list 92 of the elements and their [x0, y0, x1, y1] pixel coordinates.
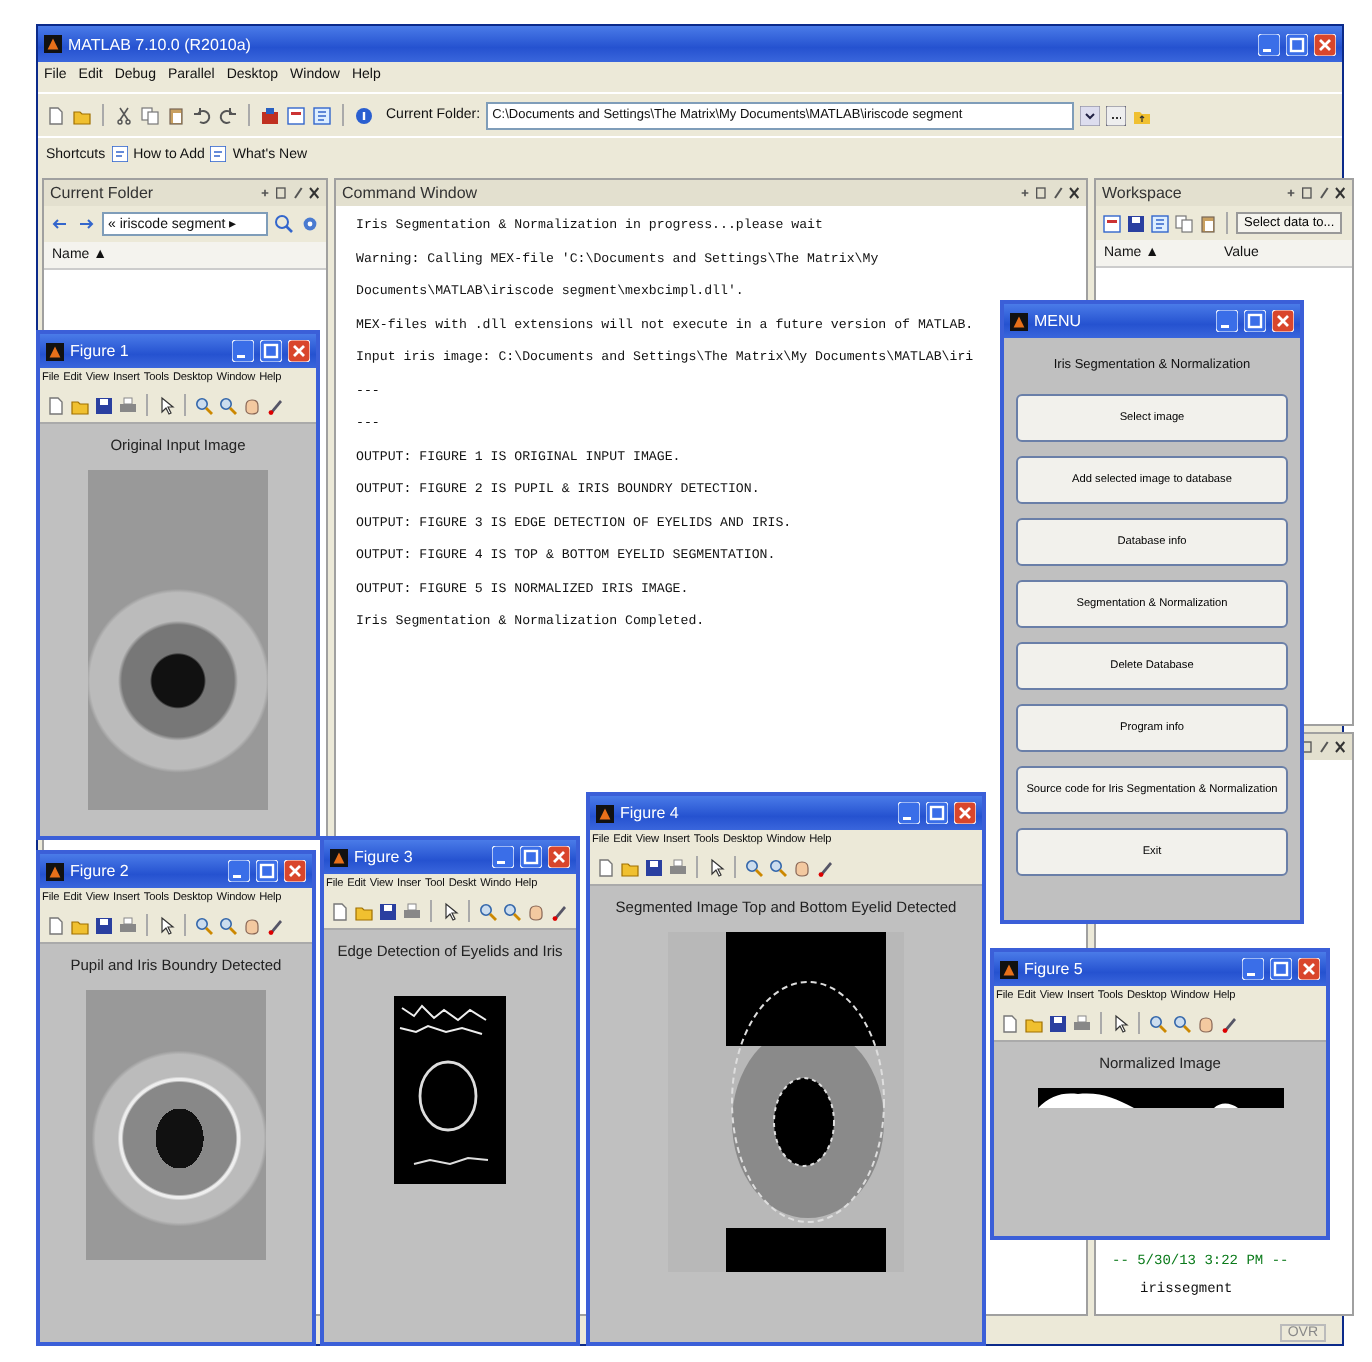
zoom-out-icon[interactable]: [218, 915, 238, 935]
zoom-in-icon[interactable]: [194, 395, 214, 415]
back-arrow-icon[interactable]: [50, 214, 70, 234]
redo-icon[interactable]: [218, 105, 238, 125]
minimize-button[interactable]: [1258, 33, 1280, 55]
save-icon[interactable]: [644, 857, 664, 877]
close-button[interactable]: [1298, 958, 1320, 980]
close-button[interactable]: [288, 340, 310, 362]
panel-controls-icon[interactable]: [1020, 186, 1080, 200]
pointer-icon[interactable]: [156, 915, 176, 935]
zoom-out-icon[interactable]: [768, 857, 788, 877]
app-logo-icon: [46, 861, 64, 881]
zoom-in-icon[interactable]: [1148, 1013, 1168, 1033]
profiler-icon[interactable]: [312, 105, 332, 125]
zoom-in-icon[interactable]: [194, 915, 214, 935]
guide-icon[interactable]: [286, 105, 306, 125]
zoom-out-icon[interactable]: [1172, 1013, 1192, 1033]
minimize-button[interactable]: [1242, 958, 1264, 980]
paste-icon[interactable]: [166, 105, 186, 125]
maximize-button[interactable]: [1270, 958, 1292, 980]
maximize-button[interactable]: [1286, 33, 1308, 55]
maximize-button[interactable]: [520, 846, 542, 868]
minimize-button[interactable]: [492, 846, 514, 868]
dropdown-arrow-icon[interactable]: [1080, 105, 1101, 125]
save-icon[interactable]: [94, 915, 114, 935]
new-file-icon[interactable]: [1000, 1013, 1020, 1033]
brush-icon[interactable]: [266, 915, 286, 935]
help-page-icon: [111, 146, 128, 162]
save-icon[interactable]: [1048, 1013, 1068, 1033]
save-icon[interactable]: [378, 901, 398, 921]
maximize-button[interactable]: [1244, 310, 1266, 332]
panel-title: Command Window: [342, 184, 478, 202]
close-button[interactable]: [1314, 33, 1336, 55]
close-button[interactable]: [284, 860, 306, 882]
maximize-button[interactable]: [926, 802, 948, 824]
browse-folder-icon[interactable]: [1106, 105, 1127, 125]
zoom-in-icon[interactable]: [744, 857, 764, 877]
guide-icon[interactable]: [1102, 213, 1122, 233]
forward-arrow-icon[interactable]: [76, 214, 96, 234]
paste-icon[interactable]: [1198, 213, 1218, 233]
panel-title: Current Folder: [50, 184, 154, 202]
app-logo-icon: [1010, 311, 1028, 331]
maximize-button[interactable]: [260, 340, 282, 362]
app-logo-icon: [596, 803, 614, 823]
save-icon[interactable]: [1126, 213, 1146, 233]
zoom-in-icon[interactable]: [478, 901, 498, 921]
new-file-icon[interactable]: [46, 915, 66, 935]
new-file-icon[interactable]: [46, 105, 66, 125]
window-title: Figure 5: [1024, 960, 1083, 978]
pointer-icon[interactable]: [156, 395, 176, 415]
brush-icon[interactable]: [550, 901, 570, 921]
new-file-icon[interactable]: [330, 901, 350, 921]
maximize-button[interactable]: [256, 860, 278, 882]
minimize-button[interactable]: [898, 802, 920, 824]
window-title: MATLAB 7.10.0 (R2010a): [68, 35, 251, 53]
window-title: Figure 3: [354, 848, 413, 866]
minimize-button[interactable]: [1216, 310, 1238, 332]
brush-icon[interactable]: [1220, 1013, 1240, 1033]
pointer-icon[interactable]: [1110, 1013, 1130, 1033]
brush-icon[interactable]: [816, 857, 836, 877]
help-icon[interactable]: [354, 105, 374, 125]
undo-icon[interactable]: [192, 105, 212, 125]
minimize-button[interactable]: [232, 340, 254, 362]
copy-icon[interactable]: [140, 105, 160, 125]
zoom-out-icon[interactable]: [502, 901, 522, 921]
pointer-icon[interactable]: [440, 901, 460, 921]
cut-icon[interactable]: [114, 105, 134, 125]
window-title: Figure 1: [70, 342, 129, 360]
open-folder-icon[interactable]: [72, 105, 92, 125]
minimize-button[interactable]: [228, 860, 250, 882]
app-logo-icon: [1000, 959, 1018, 979]
app-logo-icon: [44, 34, 62, 54]
window-title: MENU: [1034, 312, 1082, 330]
app-logo-icon: [330, 847, 348, 867]
help-page-icon: [210, 146, 227, 162]
new-file-icon[interactable]: [596, 857, 616, 877]
search-icon[interactable]: [274, 214, 294, 234]
close-button[interactable]: [954, 802, 976, 824]
brush-icon[interactable]: [266, 395, 286, 415]
window-title: Figure 4: [620, 804, 679, 822]
close-button[interactable]: [548, 846, 570, 868]
panel-controls-icon[interactable]: [260, 186, 320, 200]
close-button[interactable]: [1272, 310, 1294, 332]
zoom-out-icon[interactable]: [218, 395, 238, 415]
save-icon[interactable]: [94, 395, 114, 415]
panel-title: Workspace: [1102, 184, 1182, 202]
pointer-icon[interactable]: [706, 857, 726, 877]
window-title: Figure 2: [70, 862, 129, 880]
app-logo-icon: [46, 341, 64, 361]
panel-controls-icon[interactable]: [1286, 186, 1346, 200]
copy-icon[interactable]: [1174, 213, 1194, 233]
new-file-icon[interactable]: [46, 395, 66, 415]
